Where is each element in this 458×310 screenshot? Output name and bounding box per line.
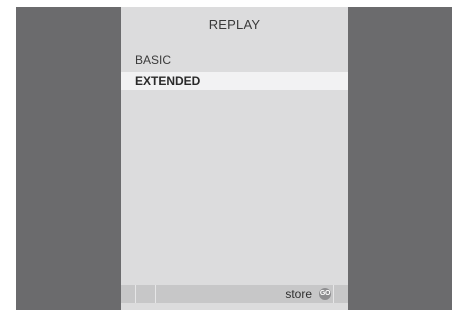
menu-item-basic[interactable]: BASIC bbox=[121, 51, 348, 69]
footer-segment bbox=[333, 285, 348, 303]
footer-bar: store GO bbox=[121, 285, 348, 303]
store-action-label: store bbox=[285, 287, 312, 301]
option-list: BASIC EXTENDED bbox=[121, 51, 348, 93]
go-button[interactable]: GO bbox=[319, 288, 331, 300]
footer-segment bbox=[121, 285, 136, 303]
menu-title: REPLAY bbox=[208, 17, 261, 32]
menu-item-extended[interactable]: EXTENDED bbox=[121, 72, 348, 90]
footer-segment bbox=[136, 285, 156, 303]
menu-panel: REPLAY BASIC EXTENDED store GO bbox=[121, 7, 348, 310]
tv-menu-frame: REPLAY BASIC EXTENDED store GO bbox=[16, 7, 452, 310]
